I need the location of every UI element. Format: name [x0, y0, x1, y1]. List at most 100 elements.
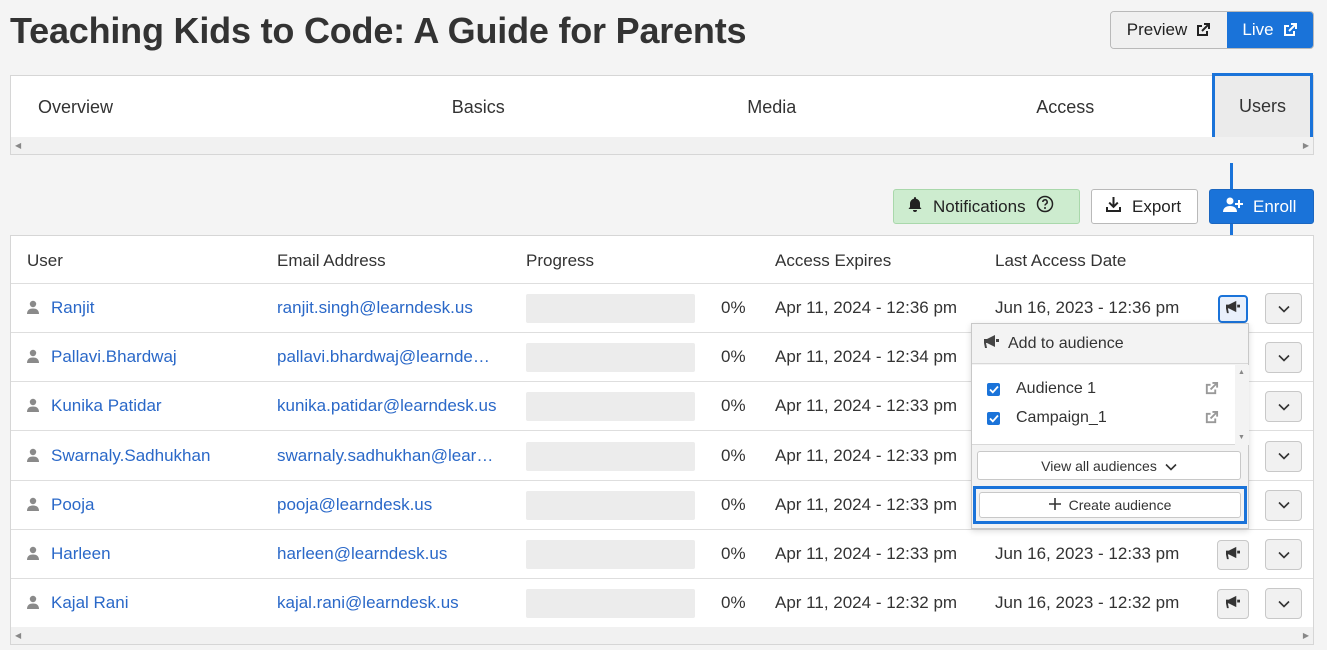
progress-bar	[526, 392, 695, 422]
user-name-link[interactable]: Ranjit	[51, 298, 94, 318]
add-to-audience-button[interactable]	[1217, 540, 1249, 570]
user-name-link[interactable]: Kajal Rani	[51, 593, 129, 613]
email-link[interactable]: pallavi.bhardwaj@learndesk.us	[277, 347, 497, 367]
enroll-button[interactable]: Enroll	[1209, 189, 1314, 224]
header-progress[interactable]: Progress	[526, 251, 594, 271]
last-access-date: Jun 16, 2023 - 12:33 pm	[995, 544, 1180, 563]
tab-basics[interactable]: Basics	[332, 76, 626, 138]
table-row: Harleen harleen@learndesk.us 0% Apr 11, 202…	[11, 530, 1313, 579]
external-link-icon	[1195, 22, 1211, 38]
chevron-down-icon	[1277, 496, 1290, 514]
progress-bar	[526, 490, 695, 520]
chevron-down-icon	[1277, 398, 1290, 416]
email-link[interactable]: pooja@learndesk.us	[277, 495, 432, 515]
tab-scrollbar[interactable]: ◀ ▶	[11, 137, 1313, 154]
audience-item[interactable]: Audience 1	[987, 379, 1219, 399]
access-expires: Apr 11, 2024 - 12:34 pm	[775, 347, 958, 367]
live-button[interactable]: Live	[1227, 12, 1313, 48]
add-to-audience-button[interactable]	[1217, 589, 1249, 620]
user-name-link[interactable]: Harleen	[51, 544, 111, 564]
external-link-icon[interactable]	[1204, 410, 1219, 430]
tab-users[interactable]: Users	[1212, 73, 1313, 140]
preview-button[interactable]: Preview	[1111, 12, 1227, 48]
user-name-link[interactable]: Pallavi.Bhardwaj	[51, 347, 177, 367]
progress-percent: 0%	[721, 494, 746, 514]
access-expires: Apr 11, 2024 - 12:33 pm	[775, 396, 958, 416]
notifications-button[interactable]: Notifications	[893, 189, 1080, 224]
export-button[interactable]: Export	[1091, 189, 1198, 224]
tab-access[interactable]: Access	[919, 76, 1213, 138]
user-icon	[27, 448, 39, 467]
notifications-label: Notifications	[933, 196, 1026, 216]
progress-percent: 0%	[721, 544, 746, 563]
user-icon	[27, 300, 39, 319]
live-label: Live	[1242, 20, 1274, 39]
row-options-button[interactable]	[1265, 391, 1302, 423]
access-expires: Apr 11, 2024 - 12:33 pm	[775, 494, 958, 514]
user-icon	[27, 497, 39, 516]
add-to-audience-button[interactable]	[1218, 295, 1248, 323]
progress-percent: 0%	[721, 593, 746, 613]
user-icon	[27, 398, 39, 417]
enroll-label: Enroll	[1253, 196, 1297, 216]
scroll-left-icon[interactable]: ◀	[15, 631, 21, 640]
row-options-button[interactable]	[1265, 440, 1302, 472]
audience-list-scrollbar[interactable]: ▲ ▼	[1235, 365, 1249, 445]
email-link[interactable]: ranjit.singh@learndesk.us	[277, 298, 473, 318]
create-audience-button[interactable]: Create audience	[979, 492, 1241, 518]
help-icon[interactable]	[1036, 195, 1054, 218]
tab-media[interactable]: Media	[625, 76, 919, 138]
user-plus-icon	[1223, 196, 1243, 218]
scroll-right-icon[interactable]: ▶	[1303, 141, 1309, 150]
progress-percent: 0%	[721, 298, 746, 317]
header-access-expires[interactable]: Access Expires	[775, 251, 891, 271]
user-icon	[27, 595, 39, 614]
external-link-icon	[1282, 22, 1298, 38]
user-name-link[interactable]: Pooja	[51, 495, 94, 515]
row-options-button[interactable]	[1265, 293, 1302, 324]
scroll-up-icon[interactable]: ▲	[1238, 369, 1245, 376]
row-options-button[interactable]	[1265, 489, 1302, 521]
user-name-link[interactable]: Swarnaly.Sadhukhan	[51, 446, 210, 466]
audience-item[interactable]: Campaign_1	[987, 408, 1219, 428]
header-user[interactable]: User	[27, 251, 63, 271]
progress-percent: 0%	[721, 396, 746, 416]
access-expires: Apr 11, 2024 - 12:33 pm	[775, 445, 958, 465]
chevron-down-icon	[1277, 349, 1290, 367]
view-all-label: View all audiences	[1041, 457, 1157, 474]
scroll-down-icon[interactable]: ▼	[1238, 434, 1245, 441]
last-access-date: Jun 16, 2023 - 12:32 pm	[995, 593, 1180, 613]
chevron-down-icon	[1277, 546, 1290, 564]
table-scrollbar[interactable]: ◀ ▶	[11, 627, 1313, 644]
progress-bar	[526, 343, 695, 373]
external-link-icon[interactable]	[1204, 381, 1219, 401]
email-link[interactable]: swarnaly.sadhukhan@learndesk.us	[277, 446, 497, 466]
email-link[interactable]: kunika.patidar@learndesk.us	[277, 396, 497, 416]
user-name-link[interactable]: Kunika Patidar	[51, 396, 162, 416]
checkbox-checked[interactable]	[987, 382, 1000, 396]
access-expires: Apr 11, 2024 - 12:32 pm	[775, 593, 958, 613]
row-options-button[interactable]	[1265, 539, 1302, 570]
scroll-right-icon[interactable]: ▶	[1303, 631, 1309, 640]
chevron-down-icon	[1277, 595, 1290, 613]
megaphone-icon	[1225, 300, 1241, 319]
row-options-button[interactable]	[1265, 342, 1302, 374]
view-all-audiences-button[interactable]: View all audiences	[977, 451, 1241, 480]
audience-label: Campaign_1	[1016, 409, 1107, 426]
progress-percent: 0%	[721, 347, 746, 367]
chevron-down-icon	[1277, 447, 1290, 465]
checkbox-checked[interactable]	[987, 411, 1000, 425]
email-link[interactable]: kajal.rani@learndesk.us	[277, 593, 459, 613]
header-email[interactable]: Email Address	[277, 251, 386, 271]
add-to-audience-popup: Add to audience Audience 1 Campaign_1 ▲ …	[971, 323, 1249, 529]
header-last-access[interactable]: Last Access Date	[995, 251, 1126, 271]
megaphone-icon	[1225, 595, 1241, 614]
table-header: User Email Address Progress Access Expir…	[11, 236, 1313, 284]
email-link[interactable]: harleen@learndesk.us	[277, 544, 447, 564]
popup-title: Add to audience	[1008, 334, 1124, 352]
megaphone-icon	[983, 334, 1000, 354]
tab-overview[interactable]: Overview	[11, 76, 332, 138]
megaphone-icon	[1225, 546, 1241, 565]
scroll-left-icon[interactable]: ◀	[15, 141, 21, 150]
row-options-button[interactable]	[1265, 588, 1302, 620]
